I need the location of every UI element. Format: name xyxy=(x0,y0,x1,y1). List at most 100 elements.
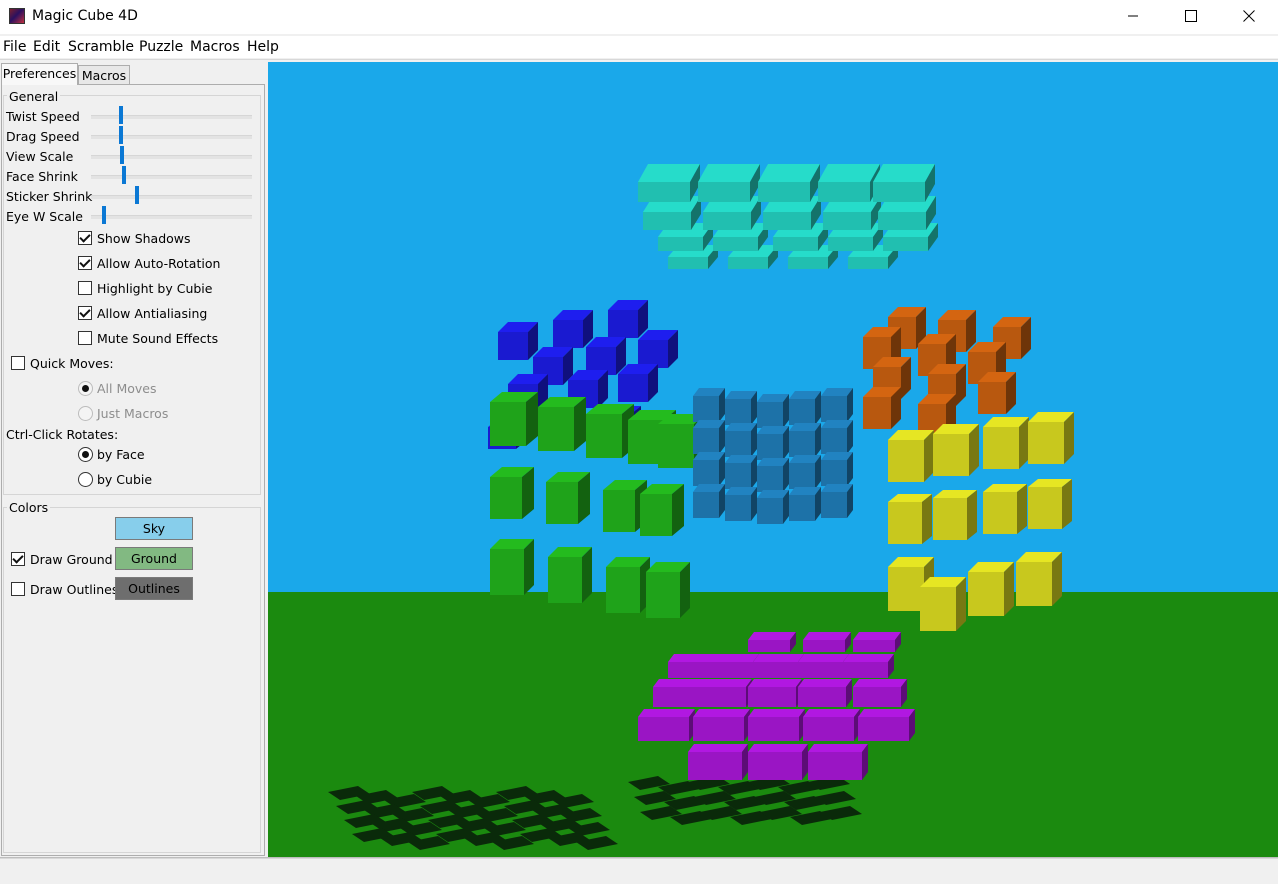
view-scale-slider[interactable] xyxy=(91,155,252,159)
menu-edit[interactable]: Edit xyxy=(33,39,60,55)
cubie-front xyxy=(490,477,522,519)
outlines-color-button[interactable]: Outlines xyxy=(115,577,193,600)
minimize-button[interactable] xyxy=(1104,0,1162,32)
maximize-button[interactable] xyxy=(1162,0,1220,32)
eye-w-scale-slider[interactable] xyxy=(91,215,252,219)
tab-preferences[interactable]: Preferences xyxy=(1,63,78,85)
cubie-front xyxy=(748,687,796,707)
cubie-front xyxy=(821,492,847,518)
cubie-front xyxy=(858,717,909,741)
twist-speed-label: Twist Speed xyxy=(6,109,80,124)
cubie-front xyxy=(773,237,818,251)
cubie-front xyxy=(1028,422,1064,464)
cubie-front xyxy=(638,717,689,741)
cubie-front xyxy=(789,495,815,521)
cubie-front xyxy=(878,212,926,230)
cubie-top xyxy=(698,679,752,687)
cubie-front xyxy=(808,752,862,780)
cubie-top xyxy=(753,654,804,662)
highlight-by-cubie-checkbox[interactable] xyxy=(78,281,92,295)
by-face-label: by Face xyxy=(97,447,145,462)
view-scale-thumb[interactable] xyxy=(120,146,124,164)
ctrl-click-rotates-label: Ctrl-Click Rotates: xyxy=(6,427,119,442)
cubie-front xyxy=(978,382,1006,414)
allow-antialiasing-label: Allow Antialiasing xyxy=(97,306,208,321)
cubie-front xyxy=(643,212,691,230)
just-macros-radio[interactable] xyxy=(78,406,93,421)
cubie-top xyxy=(758,164,820,182)
allow-auto-rotation-checkbox[interactable] xyxy=(78,256,92,270)
sticker-shrink-thumb[interactable] xyxy=(135,186,139,204)
sky-color-button[interactable]: Sky xyxy=(115,517,193,540)
menu-help[interactable]: Help xyxy=(247,39,279,55)
close-button[interactable] xyxy=(1220,0,1278,32)
face-shrink-thumb[interactable] xyxy=(122,166,126,184)
eye-w-scale-label: Eye W Scale xyxy=(6,209,83,224)
drag-speed-slider[interactable] xyxy=(91,135,252,139)
cubie-front xyxy=(546,482,578,524)
menu-puzzle[interactable]: Puzzle xyxy=(139,39,183,55)
cubie-front xyxy=(983,492,1017,534)
magic-cube-app-icon xyxy=(9,8,25,24)
cubie-front xyxy=(789,463,815,489)
eye-w-scale-thumb[interactable] xyxy=(102,206,106,224)
cubie-top xyxy=(853,679,907,687)
show-shadows-checkbox[interactable] xyxy=(78,231,92,245)
cubie-front xyxy=(603,490,635,532)
cubie-front xyxy=(1028,487,1062,529)
title-bar: Magic Cube 4D xyxy=(0,0,1278,34)
quick-moves-checkbox[interactable] xyxy=(11,356,25,370)
sticker-shrink-slider[interactable] xyxy=(91,195,252,199)
cubie-front xyxy=(538,407,574,451)
cubie-front xyxy=(725,399,751,425)
cubie-front xyxy=(748,752,802,780)
puzzle-canvas[interactable] xyxy=(268,62,1278,857)
cubie-front xyxy=(843,662,888,678)
puzzle-3d-view[interactable] xyxy=(268,62,1278,857)
cubie-front xyxy=(873,182,925,202)
cubie-front xyxy=(490,402,526,446)
cubie-front xyxy=(883,237,928,251)
cubie-front xyxy=(821,396,847,422)
minimize-icon xyxy=(1128,15,1138,17)
status-bar xyxy=(0,858,1278,884)
twist-speed-thumb[interactable] xyxy=(119,106,123,124)
cubie-front xyxy=(703,212,751,230)
cubie-front xyxy=(828,237,873,251)
draw-ground-checkbox[interactable] xyxy=(11,552,25,566)
cubie-front xyxy=(789,399,815,425)
cubie-front xyxy=(693,396,719,422)
just-macros-label: Just Macros xyxy=(97,406,169,421)
mute-sound-effects-checkbox[interactable] xyxy=(78,331,92,345)
general-group-title: General xyxy=(7,89,61,104)
cubie-front xyxy=(640,494,672,536)
drag-speed-thumb[interactable] xyxy=(119,126,123,144)
cubie-front xyxy=(693,717,744,741)
cubie-front xyxy=(728,257,768,269)
cubie-top xyxy=(873,164,935,182)
cubie-front xyxy=(823,212,871,230)
menu-file[interactable]: File xyxy=(3,39,26,55)
ground-color-button[interactable]: Ground xyxy=(115,547,193,570)
cubie-top xyxy=(798,654,849,662)
draw-ground-label: Draw Ground xyxy=(30,552,113,567)
cubie-top xyxy=(843,654,894,662)
by-face-radio[interactable] xyxy=(78,447,93,462)
all-moves-radio[interactable] xyxy=(78,381,93,396)
cubie-front xyxy=(763,212,811,230)
draw-outlines-checkbox[interactable] xyxy=(11,582,25,596)
cubie-front xyxy=(688,752,742,780)
twist-speed-slider[interactable] xyxy=(91,115,252,119)
tab-macros[interactable]: Macros xyxy=(78,65,130,85)
cubie-front xyxy=(668,257,708,269)
face-shrink-slider[interactable] xyxy=(91,175,252,179)
cubie-side xyxy=(967,490,977,540)
allow-antialiasing-checkbox[interactable] xyxy=(78,306,92,320)
cubie-top xyxy=(638,164,700,182)
drag-speed-label: Drag Speed xyxy=(6,129,80,144)
by-cubie-radio[interactable] xyxy=(78,472,93,487)
by-cubie-label: by Cubie xyxy=(97,472,153,487)
cubie-front xyxy=(933,498,967,540)
menu-macros[interactable]: Macros xyxy=(190,39,240,55)
menu-scramble[interactable]: Scramble xyxy=(68,39,134,55)
